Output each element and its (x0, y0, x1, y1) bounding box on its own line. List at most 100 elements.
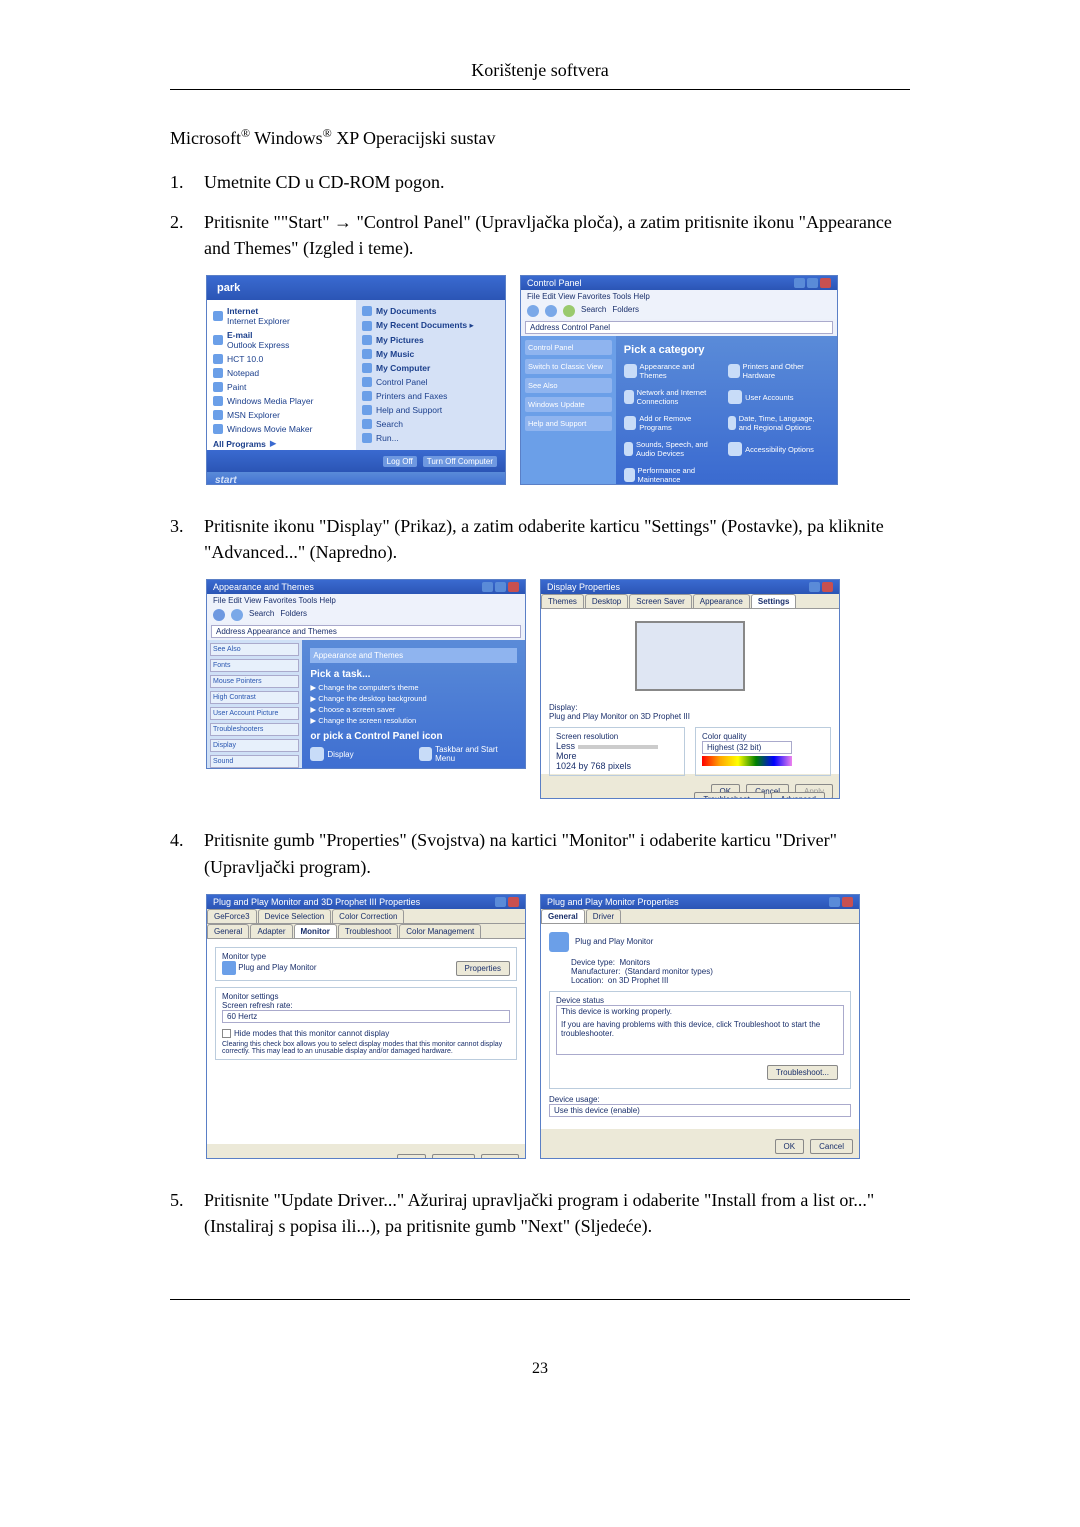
cancel-button[interactable]: Cancel (432, 1154, 475, 1159)
at-left-item[interactable]: User Account Picture (210, 707, 299, 720)
help-icon[interactable] (495, 897, 506, 907)
cp-cat-label: Add or Remove Programs (639, 414, 716, 432)
sm-item-recent[interactable]: My Recent Documents ▸ (362, 320, 499, 331)
refresh-select[interactable]: 60 Hertz (222, 1010, 510, 1023)
cp-cat-sounds[interactable]: Sounds, Speech, and Audio Devices (624, 440, 716, 458)
close-icon[interactable] (822, 582, 833, 592)
tab-colorcorrection[interactable]: Color Correction (332, 909, 404, 923)
help-icon[interactable] (809, 582, 820, 592)
close-icon[interactable] (842, 897, 853, 907)
device-usage-select[interactable]: Use this device (enable) (549, 1104, 851, 1117)
at-left-item[interactable]: Display (210, 739, 299, 752)
close-icon[interactable] (820, 278, 831, 288)
sm-item-search[interactable]: Search (362, 419, 499, 429)
cp-cat-appearance[interactable]: Appearance and Themes (624, 362, 716, 380)
cp-left-box[interactable]: Switch to Classic View (525, 359, 612, 374)
forward-icon[interactable] (545, 305, 557, 317)
sm-item-internet[interactable]: InternetInternet Explorer (213, 306, 350, 326)
tab-devselection[interactable]: Device Selection (258, 909, 332, 923)
up-icon[interactable] (563, 305, 575, 317)
tab-geforce3[interactable]: GeForce3 (207, 909, 257, 923)
tab-desktop[interactable]: Desktop (585, 594, 628, 608)
cp-cat-printers[interactable]: Printers and Other Hardware (728, 362, 820, 380)
start-menu-user: park (207, 276, 505, 300)
logoff-button[interactable]: Log Off (383, 456, 417, 467)
at-task[interactable]: ▶ Change the computer's theme (310, 683, 517, 692)
taskbar-start[interactable]: start (207, 472, 505, 485)
tab-general[interactable]: General (207, 924, 249, 938)
sm-item-mymusic[interactable]: My Music (362, 349, 499, 359)
forward-icon[interactable] (231, 609, 243, 621)
at-icon-taskbar[interactable]: Taskbar and Start Menu (419, 745, 512, 763)
cancel-button[interactable]: Cancel (810, 1139, 853, 1154)
sm-label: My Music (376, 349, 414, 359)
sm-item-mydocs[interactable]: My Documents (362, 306, 499, 316)
tab-adapter[interactable]: Adapter (250, 924, 292, 938)
color-select[interactable]: Highest (32 bit) (702, 741, 792, 754)
tab-appearance[interactable]: Appearance (693, 594, 750, 608)
apply-button[interactable]: Apply (481, 1154, 519, 1159)
minimize-icon[interactable] (794, 278, 805, 288)
cp-left-box[interactable]: Help and Support (525, 416, 612, 431)
tab-monitor[interactable]: Monitor (294, 924, 337, 938)
tab-general[interactable]: General (541, 909, 585, 923)
cp-left-box[interactable]: Control Panel (525, 340, 612, 355)
back-icon[interactable] (527, 305, 539, 317)
at-task[interactable]: ▶ Change the desktop background (310, 694, 517, 703)
tab-settings[interactable]: Settings (751, 594, 797, 608)
cp-address[interactable]: Address Control Panel (525, 321, 833, 334)
at-left-item[interactable]: Mouse Pointers (210, 675, 299, 688)
cp-left-box[interactable]: Windows Update (525, 397, 612, 412)
cp-cat-date[interactable]: Date, Time, Language, and Regional Optio… (728, 414, 820, 432)
device-status-legend: Device status (556, 996, 844, 1005)
maximize-icon[interactable] (495, 582, 506, 592)
maximize-icon[interactable] (807, 278, 818, 288)
properties-button[interactable]: Properties (456, 961, 510, 976)
sm-item-run[interactable]: Run... (362, 433, 499, 443)
back-icon[interactable] (213, 609, 225, 621)
at-icon-display[interactable]: Display (310, 745, 403, 763)
at-left-item[interactable]: Sound (210, 755, 299, 768)
sm-item-allprograms[interactable]: All Programs ▶ (213, 438, 350, 449)
sm-item-hct[interactable]: HCT 10.0 (213, 354, 350, 364)
tab-driver[interactable]: Driver (586, 909, 621, 923)
ok-button[interactable]: OK (775, 1139, 805, 1154)
at-left-item[interactable]: High Contrast (210, 691, 299, 704)
at-task[interactable]: ▶ Change the screen resolution (310, 716, 517, 725)
at-task[interactable]: ▶ Choose a screen saver (310, 705, 517, 714)
sm-item-paint[interactable]: Paint (213, 382, 350, 392)
ok-button[interactable]: OK (397, 1154, 427, 1159)
turnoff-button[interactable]: Turn Off Computer (423, 456, 497, 467)
close-icon[interactable] (508, 582, 519, 592)
cp-cat-accessibility[interactable]: Accessibility Options (728, 440, 820, 458)
sm-item-wmp[interactable]: Windows Media Player (213, 396, 350, 406)
hide-modes-checkbox[interactable] (222, 1029, 231, 1038)
troubleshoot-button[interactable]: Troubleshoot... (767, 1065, 838, 1080)
sm-item-moviemaker[interactable]: Windows Movie Maker (213, 424, 350, 434)
tab-troubleshoot[interactable]: Troubleshoot (338, 924, 398, 938)
close-icon[interactable] (508, 897, 519, 907)
tab-screensaver[interactable]: Screen Saver (629, 594, 691, 608)
cp-cat-performance[interactable]: Performance and Maintenance (624, 466, 716, 484)
sm-item-mypics[interactable]: My Pictures (362, 335, 499, 345)
minimize-icon[interactable] (482, 582, 493, 592)
tab-themes[interactable]: Themes (541, 594, 584, 608)
resolution-slider[interactable] (578, 745, 658, 749)
at-left-item[interactable]: Fonts (210, 659, 299, 672)
sm-item-controlpanel[interactable]: Control Panel (362, 377, 499, 387)
sm-item-mycomputer[interactable]: My Computer (362, 363, 499, 373)
cp-cat-users[interactable]: User Accounts (728, 388, 820, 406)
sm-item-help[interactable]: Help and Support (362, 405, 499, 415)
sm-label: Search (376, 419, 403, 429)
sm-item-notepad[interactable]: Notepad (213, 368, 350, 378)
advanced-button[interactable]: Advanced (771, 792, 825, 799)
help-icon[interactable] (829, 897, 840, 907)
sm-item-email[interactable]: E-mailOutlook Express (213, 330, 350, 350)
at-address[interactable]: Address Appearance and Themes (211, 625, 521, 638)
sm-item-msn[interactable]: MSN Explorer (213, 410, 350, 420)
tab-colormgmt[interactable]: Color Management (399, 924, 481, 938)
cp-cat-network[interactable]: Network and Internet Connections (624, 388, 716, 406)
sm-item-printers[interactable]: Printers and Faxes (362, 391, 499, 401)
cp-cat-addremove[interactable]: Add or Remove Programs (624, 414, 716, 432)
troubleshoot-button[interactable]: Troubleshoot... (694, 792, 765, 799)
